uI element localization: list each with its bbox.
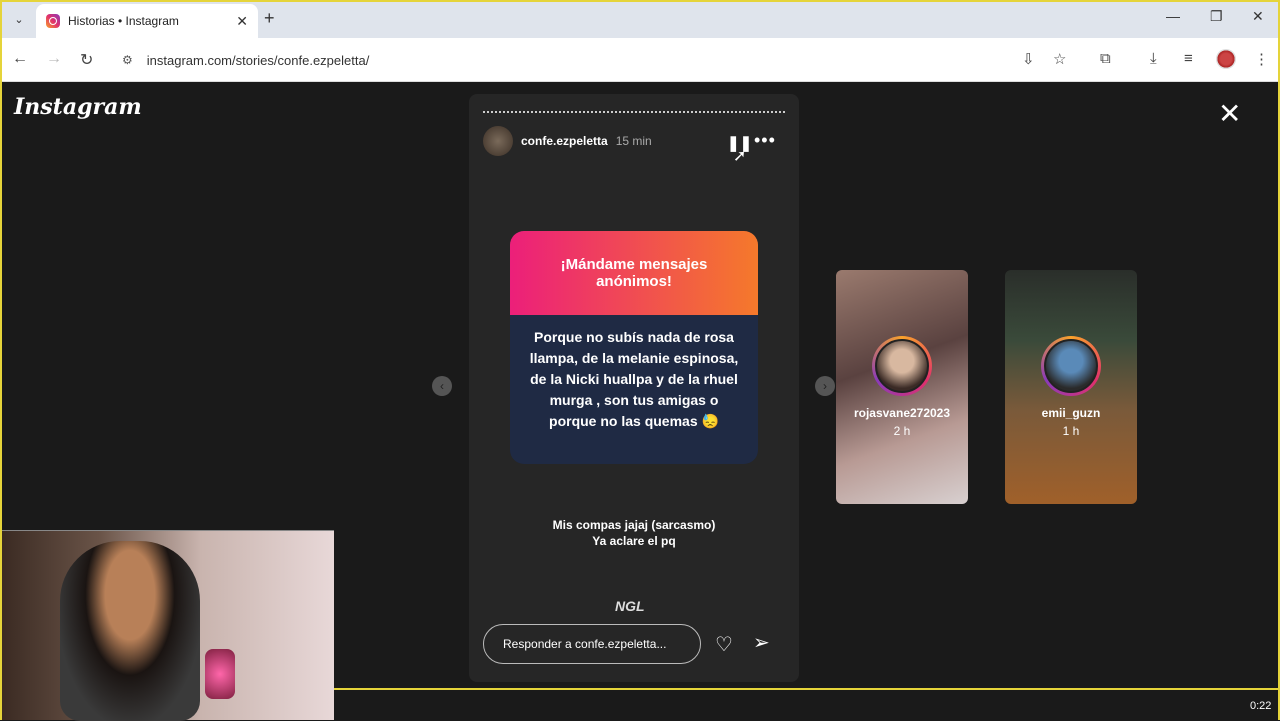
capture-frame <box>0 0 1280 720</box>
